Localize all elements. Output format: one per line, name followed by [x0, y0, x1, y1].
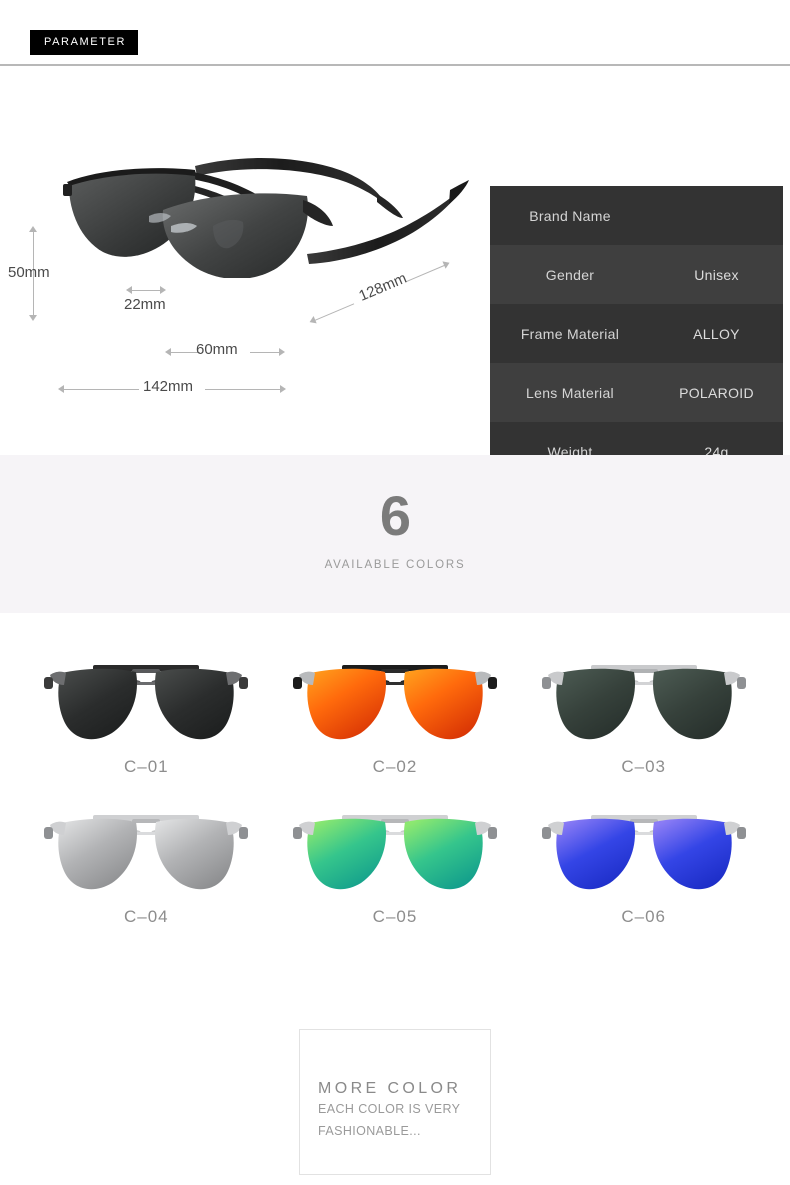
sunglasses-front-view-c03 [541, 665, 746, 740]
dimension-arrow-segment-right [245, 348, 285, 357]
arrowhead-right-icon [280, 385, 286, 393]
color-variant-c05[interactable]: C–05 [271, 803, 520, 927]
color-variant-grid-section: C–01 C–02 C–03 C–04 C–05 C–06 [0, 613, 790, 1013]
color-variant-c02[interactable]: C–02 [271, 653, 520, 777]
dimension-label-bridge: 22mm [124, 296, 166, 313]
dimension-arrow-segment-left [58, 385, 144, 394]
page-header: PARAMETER [0, 0, 790, 66]
color-variant-label: C–05 [372, 907, 418, 926]
sunglasses-hero-image [45, 138, 475, 278]
dimension-stem [250, 352, 280, 353]
color-variant-label: C–01 [124, 757, 169, 776]
sunglasses-front-view-c05 [292, 815, 497, 890]
sunglasses-front-view-c01 [44, 665, 249, 740]
dimension-label-lens-width: 60mm [196, 341, 238, 358]
specification-section: 50mm 22mm 60mm 142mm 128mm Brand Name Ge… [0, 66, 790, 481]
more-color-line1: EACH COLOR IS VERY [318, 1102, 461, 1116]
dimension-label-height: 50mm [8, 264, 50, 281]
color-variant-label: C–02 [372, 757, 418, 776]
table-row: Lens Material POLAROID [490, 363, 783, 422]
color-variant-c03[interactable]: C–03 [519, 653, 768, 777]
sunglasses-illustration [63, 158, 469, 278]
sunglasses-front-view-c02 [292, 665, 497, 740]
table-row: Brand Name [490, 186, 783, 245]
spec-key-brand-name: Brand Name [529, 207, 611, 224]
arrowhead-right-icon [160, 286, 166, 294]
arrowhead-down-icon [29, 315, 37, 321]
sunglasses-front-view-c04 [44, 815, 249, 890]
color-variant-c01[interactable]: C–01 [22, 653, 271, 777]
spec-key-gender: Gender [545, 266, 595, 283]
dimension-label-total-width: 142mm [143, 378, 194, 395]
color-variant-label: C–06 [621, 907, 666, 926]
color-variant-grid: C–01 C–02 C–03 C–04 C–05 C–06 [22, 653, 768, 927]
dimension-arrow-bridge [126, 286, 166, 295]
spec-value-frame-material: ALLOY [693, 325, 740, 342]
color-variant-c04[interactable]: C–04 [22, 803, 271, 927]
spec-value-lens-material: POLAROID [679, 384, 754, 401]
specification-table: Brand Name Gender Unisex Frame Material … [490, 186, 783, 481]
dimension-stem [63, 389, 139, 390]
available-colors-band: 6 AVAILABLE COLORS [0, 455, 790, 613]
arrowhead-right-icon [279, 348, 285, 356]
dimension-stem [205, 389, 281, 390]
color-variant-label: C–04 [124, 907, 169, 926]
table-row: Gender Unisex [490, 245, 783, 304]
spec-key-frame-material: Frame Material [520, 325, 620, 342]
table-row: Frame Material ALLOY [490, 304, 783, 363]
more-color-card[interactable]: MORE COLOR EACH COLOR IS VERY FASHIONABL… [299, 1029, 491, 1175]
sunglasses-front-view-c06 [541, 815, 746, 890]
color-variant-label: C–03 [621, 757, 666, 776]
color-count-caption: AVAILABLE COLORS [324, 559, 466, 571]
spec-key-lens-material: Lens Material [526, 384, 614, 401]
color-count-number: 6 [379, 484, 411, 547]
dimension-stem [314, 303, 355, 322]
dimension-arrow-segment-left [308, 298, 360, 327]
more-color-title: MORE COLOR [318, 1080, 462, 1097]
dimension-stem [131, 290, 161, 291]
dimension-arrow-segment-right [200, 385, 286, 394]
spec-value-gender: Unisex [694, 266, 739, 283]
parameter-badge: PARAMETER [30, 30, 139, 55]
arrowhead-left-icon [308, 316, 317, 326]
color-variant-c06[interactable]: C–06 [519, 803, 768, 927]
more-color-line2: FASHIONABLE... [318, 1124, 421, 1138]
